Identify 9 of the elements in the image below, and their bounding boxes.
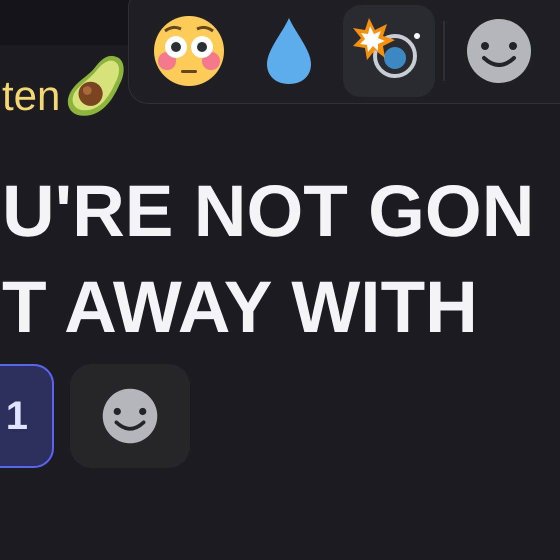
- reaction-count-button[interactable]: 1: [0, 364, 54, 468]
- flushed-face-icon: [153, 15, 226, 87]
- droplet-icon: [265, 16, 314, 86]
- add-reaction-button[interactable]: [70, 364, 190, 468]
- message-text: U'RE NOT GON T AWAY WITH: [2, 170, 536, 350]
- reaction-button[interactable]: [343, 5, 436, 97]
- username[interactable]: ten: [2, 74, 60, 118]
- smiley-icon: [466, 18, 532, 84]
- smiley-icon: [100, 386, 160, 446]
